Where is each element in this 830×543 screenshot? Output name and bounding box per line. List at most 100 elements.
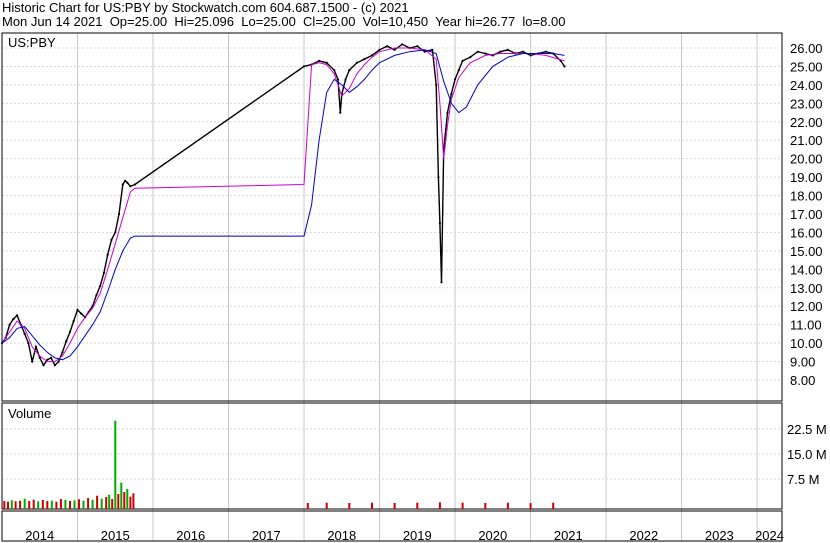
price-point xyxy=(76,308,79,311)
volume-bar xyxy=(64,500,67,509)
price-tick-label: 16.00 xyxy=(790,225,823,240)
volume-bar xyxy=(55,501,58,509)
price-tick-label: 12.00 xyxy=(790,299,823,314)
volume-bar xyxy=(371,502,373,509)
volume-bar xyxy=(416,502,419,509)
price-panel-label: US:PBY xyxy=(8,35,56,50)
year-tick-label: 2023 xyxy=(705,528,734,543)
volume-bar xyxy=(484,503,487,509)
volume-bar xyxy=(41,500,44,509)
price-point xyxy=(476,50,479,53)
volume-bar xyxy=(306,503,309,509)
price-point xyxy=(72,319,75,323)
volume-bar xyxy=(78,499,80,509)
volume-bar xyxy=(87,498,90,509)
price-plot xyxy=(0,43,566,367)
price-point xyxy=(344,78,347,81)
volume-bar xyxy=(3,501,6,509)
year-tick-label: 2024 xyxy=(755,528,784,543)
price-tick-label: 8.00 xyxy=(790,373,815,388)
volume-bar xyxy=(91,499,94,509)
price-point xyxy=(339,111,342,114)
price-point xyxy=(544,50,547,53)
chart-grid xyxy=(2,33,782,541)
price-point xyxy=(484,52,487,55)
price-tick-label: 17.00 xyxy=(790,207,823,222)
volume-bar xyxy=(82,500,85,509)
price-tick-label: 24.00 xyxy=(790,78,823,93)
price-point xyxy=(34,345,38,348)
price-point xyxy=(50,356,53,359)
price-point xyxy=(31,360,34,363)
volume-tick-label: 7.5 M xyxy=(787,472,820,487)
volume-bar xyxy=(96,495,99,509)
price-point xyxy=(114,231,117,234)
price-point xyxy=(80,312,83,315)
price-point xyxy=(386,45,389,48)
volume-bar xyxy=(105,497,108,509)
volume-bar xyxy=(14,501,17,509)
price-point xyxy=(437,176,440,179)
price-point xyxy=(499,50,502,53)
price-point xyxy=(53,364,57,367)
price-point xyxy=(435,83,438,86)
volume-bar xyxy=(111,499,114,509)
price-tick-label: 14.00 xyxy=(790,262,823,277)
volume-bar xyxy=(132,493,135,509)
price-tick-label: 10.00 xyxy=(790,336,823,351)
price-point xyxy=(99,284,102,287)
stock-chart: US:PBY Volume 26.0025.0024.0023.0022.002… xyxy=(0,32,827,543)
price-point xyxy=(563,65,566,68)
volume-bar xyxy=(506,502,509,509)
price-point xyxy=(117,212,121,216)
price-tick-label: 15.00 xyxy=(790,244,823,259)
price-point xyxy=(529,54,532,57)
price-tick-label: 22.00 xyxy=(790,115,823,130)
price-point xyxy=(42,364,45,367)
volume-bar xyxy=(461,502,464,509)
volume-tick-label: 22.5 M xyxy=(787,422,827,437)
volume-bar xyxy=(23,498,26,509)
series-line-price xyxy=(1,43,566,367)
price-point xyxy=(506,48,509,51)
price-point xyxy=(95,294,98,297)
volume-bar xyxy=(438,502,441,509)
year-tick-label: 2016 xyxy=(176,528,205,543)
price-point xyxy=(68,330,72,334)
year-tick-label: 2014 xyxy=(25,528,54,543)
price-point xyxy=(121,183,124,186)
price-tick-label: 23.00 xyxy=(790,96,823,111)
price-point xyxy=(318,59,321,63)
series-line-ma_long xyxy=(1,49,565,361)
volume-bar xyxy=(117,494,120,509)
price-point xyxy=(446,111,449,114)
volume-bar xyxy=(126,489,129,509)
price-point xyxy=(129,185,132,188)
price-point xyxy=(16,314,19,317)
volume-bar xyxy=(114,420,117,509)
price-point xyxy=(133,183,136,186)
price-point xyxy=(106,253,109,256)
volume-panel-label: Volume xyxy=(8,406,51,421)
volume-panel-frame xyxy=(1,402,783,510)
price-tick-label: 26.00 xyxy=(790,41,823,56)
price-point xyxy=(450,93,453,96)
year-tick-label: 2021 xyxy=(554,528,583,543)
price-point xyxy=(457,69,460,72)
year-tick-label: 2019 xyxy=(403,528,432,543)
price-point xyxy=(8,323,11,326)
price-point xyxy=(431,48,434,51)
price-point xyxy=(440,281,443,284)
year-tick-label: 2022 xyxy=(629,528,658,543)
price-point xyxy=(378,48,381,51)
volume-bar xyxy=(325,502,328,509)
price-point xyxy=(126,181,129,184)
price-point xyxy=(393,48,396,51)
volume-bar xyxy=(28,501,31,509)
volume-bar xyxy=(529,503,532,509)
volume-bar xyxy=(10,500,13,509)
volume-bar xyxy=(393,503,396,509)
price-point xyxy=(416,45,419,48)
price-point xyxy=(401,43,404,46)
price-point xyxy=(521,50,525,53)
